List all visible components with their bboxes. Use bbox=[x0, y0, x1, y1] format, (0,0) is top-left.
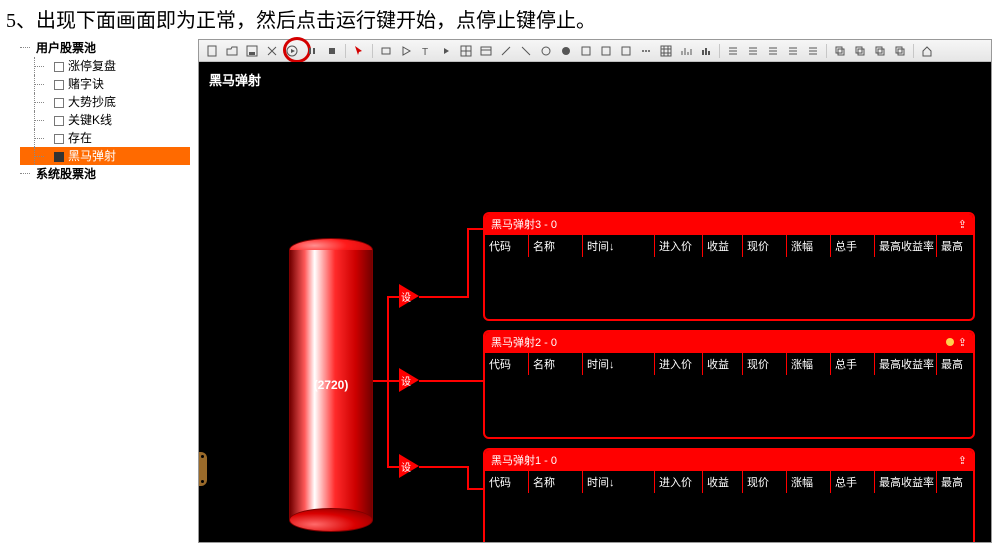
cylinder-node[interactable]: (2720) bbox=[289, 238, 373, 532]
grid-icon[interactable] bbox=[457, 43, 475, 59]
triangle-node[interactable]: 设 bbox=[399, 368, 419, 392]
toolbar-separator bbox=[826, 44, 827, 58]
panel-columns: 代码 名称 时间↓ 进入价 收益 现价 涨幅 总手 最高收益率 最高 bbox=[485, 352, 973, 375]
align2-icon[interactable] bbox=[744, 43, 762, 59]
toolbar: T bbox=[199, 40, 991, 62]
circle2-icon[interactable] bbox=[557, 43, 575, 59]
tree-item[interactable]: 大势抄底 bbox=[20, 93, 190, 111]
tree-item[interactable]: 赌字诀 bbox=[20, 75, 190, 93]
diag-icon[interactable] bbox=[517, 43, 535, 59]
pin-icon[interactable]: ⇪ bbox=[958, 336, 967, 349]
home-icon[interactable] bbox=[918, 43, 936, 59]
sidebar-tree: 用户股票池 涨停复盘 赌字诀 大势抄底 关键K线 存在 黑马弹射 系统股票池 bbox=[0, 39, 190, 183]
chart-icon[interactable] bbox=[677, 43, 695, 59]
panel-title: 黑马弹射3 - 0 bbox=[491, 216, 557, 232]
circle1-icon[interactable] bbox=[537, 43, 555, 59]
toolbar-separator bbox=[719, 44, 720, 58]
svg-text:T: T bbox=[422, 47, 428, 57]
align4-icon[interactable] bbox=[784, 43, 802, 59]
small-play-icon[interactable] bbox=[437, 43, 455, 59]
panel-title: 黑马弹射1 - 0 bbox=[491, 452, 557, 468]
play-tri-icon[interactable] bbox=[397, 43, 415, 59]
align3-icon[interactable] bbox=[764, 43, 782, 59]
status-dot-icon bbox=[946, 338, 954, 346]
panel-columns: 代码 名称 时间↓ 进入价 收益 现价 涨幅 总手 最高收益率 最高 bbox=[485, 234, 973, 257]
pin-icon[interactable]: ⇪ bbox=[958, 218, 967, 231]
new-icon[interactable] bbox=[203, 43, 221, 59]
layer1-icon[interactable] bbox=[831, 43, 849, 59]
close-icon[interactable] bbox=[263, 43, 281, 59]
box-icon[interactable] bbox=[577, 43, 595, 59]
bars-icon[interactable] bbox=[697, 43, 715, 59]
stop-icon[interactable] bbox=[323, 43, 341, 59]
app-window: T 黑马弹射 (2720) 设 设 设 bbox=[198, 39, 992, 543]
tree-group-system[interactable]: 系统股票池 bbox=[20, 165, 190, 183]
tree-item-selected[interactable]: 黑马弹射 bbox=[20, 147, 190, 165]
line-icon[interactable] bbox=[497, 43, 515, 59]
pin-icon[interactable]: ⇪ bbox=[958, 454, 967, 467]
tree-group-user[interactable]: 用户股票池 bbox=[20, 39, 190, 57]
diagram-canvas[interactable]: 黑马弹射 (2720) 设 设 设 bbox=[199, 62, 991, 542]
toolbar-separator bbox=[913, 44, 914, 58]
left-rail[interactable] bbox=[199, 452, 207, 486]
instruction-text: 5、出现下面画面即为正常，然后点击运行键开始，点停止键停止。 bbox=[0, 0, 992, 39]
toolbar-separator bbox=[345, 44, 346, 58]
result-panel[interactable]: 黑马弹射1 - 0 ⇪ 代码 名称 时间↓ 进入价 收益 现价 涨幅 总手 最高… bbox=[483, 448, 975, 542]
canvas-title: 黑马弹射 bbox=[209, 70, 261, 89]
layer3-icon[interactable] bbox=[871, 43, 889, 59]
text-icon[interactable]: T bbox=[417, 43, 435, 59]
dots-icon[interactable] bbox=[637, 43, 655, 59]
result-panel[interactable]: 黑马弹射2 - 0 ⇪ 代码 名称 时间↓ 进入价 收益 现价 涨幅 总手 最高… bbox=[483, 330, 975, 439]
toolbar-separator bbox=[372, 44, 373, 58]
pause-icon[interactable] bbox=[303, 43, 321, 59]
layer2-icon[interactable] bbox=[851, 43, 869, 59]
rect-icon[interactable] bbox=[377, 43, 395, 59]
layer4-icon[interactable] bbox=[891, 43, 909, 59]
open-icon[interactable] bbox=[223, 43, 241, 59]
cylinder-label: (2720) bbox=[289, 250, 373, 520]
pointer-icon[interactable] bbox=[350, 43, 368, 59]
save-icon[interactable] bbox=[243, 43, 261, 59]
result-panel[interactable]: 黑马弹射3 - 0 ⇪ 代码 名称 时间↓ 进入价 收益 现价 涨幅 总手 最高… bbox=[483, 212, 975, 321]
table-icon[interactable] bbox=[477, 43, 495, 59]
tree-item[interactable]: 存在 bbox=[20, 129, 190, 147]
panel-columns: 代码 名称 时间↓ 进入价 收益 现价 涨幅 总手 最高收益率 最高 bbox=[485, 470, 973, 493]
triangle-node[interactable]: 设 bbox=[399, 454, 419, 478]
triangle-node[interactable]: 设 bbox=[399, 284, 419, 308]
run-icon[interactable] bbox=[283, 43, 301, 59]
align5-icon[interactable] bbox=[804, 43, 822, 59]
box2-icon[interactable] bbox=[597, 43, 615, 59]
panel-title: 黑马弹射2 - 0 bbox=[491, 334, 557, 350]
grid2-icon[interactable] bbox=[657, 43, 675, 59]
tree-item[interactable]: 关键K线 bbox=[20, 111, 190, 129]
tree-item[interactable]: 涨停复盘 bbox=[20, 57, 190, 75]
align1-icon[interactable] bbox=[724, 43, 742, 59]
box3-icon[interactable] bbox=[617, 43, 635, 59]
